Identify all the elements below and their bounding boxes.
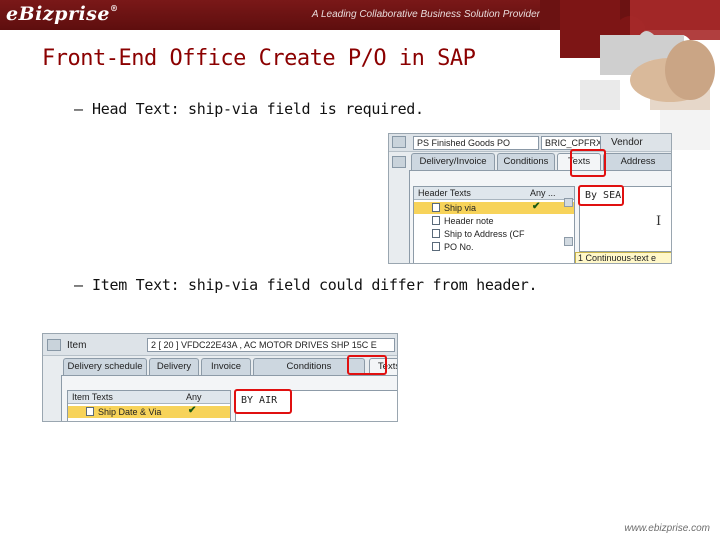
bullet-dash: – (74, 100, 83, 118)
list-item-ship-to-address[interactable]: Ship to Address (CF (414, 228, 574, 240)
texts-tab-highlight (347, 355, 387, 375)
text-doc-icon (432, 242, 440, 251)
header-text-screenshot: PS Finished Goods PO BRIC_CPFRX Vendor D… (388, 133, 672, 264)
list-header: Item Texts Any (68, 391, 230, 404)
text-doc-icon (432, 203, 440, 212)
check-icon: ✔ (188, 405, 197, 416)
list-item-header-note[interactable]: Header note (414, 215, 574, 227)
text-doc-icon (432, 229, 440, 238)
scroll-up-icon[interactable] (564, 198, 573, 207)
grid-icon[interactable] (392, 136, 406, 148)
order-type-field[interactable]: PS Finished Goods PO (413, 136, 539, 150)
tab-invoice[interactable]: Invoice (201, 358, 251, 375)
bullet-item-text: – Item Text: ship-via field could differ … (74, 276, 538, 294)
footer-url: www.ebizprise.com (624, 523, 710, 534)
item-toolbar: Item 2 [ 20 ] VFDC22E43A , AC MOTOR DRIV… (43, 334, 397, 356)
collapse-icon[interactable] (47, 339, 61, 351)
texts-tab-highlight (570, 149, 606, 177)
text-doc-icon (432, 216, 440, 225)
tab-delivery[interactable]: Delivery (149, 358, 199, 375)
puzzle-hand-image (540, 0, 720, 150)
bullet-head-text: – Head Text: ship-via field is required. (74, 100, 424, 118)
vendor-field[interactable]: BRIC_CPFRX (541, 136, 601, 150)
company-logo: eBizprise® (6, 3, 119, 25)
bullet-text: Item Text: ship-via field could differ f… (92, 276, 538, 294)
tab-address[interactable]: Address (603, 153, 671, 170)
highlight-box (578, 185, 624, 206)
bullet-dash: – (74, 276, 83, 294)
header-texts-list: Header Texts Any ... Ship via ✔ Header n… (413, 186, 575, 263)
tab-delivery-invoice[interactable]: Delivery/Invoice (411, 153, 495, 170)
bullet-text: Head Text: ship-via field is required. (92, 100, 424, 118)
item-text-screenshot: Item 2 [ 20 ] VFDC22E43A , AC MOTOR DRIV… (42, 333, 398, 422)
tab-delivery-schedule[interactable]: Delivery schedule (63, 358, 147, 375)
status-bar: 1 Continuous-text e (575, 252, 671, 263)
text-doc-icon (86, 407, 94, 416)
vendor-label: Vendor (611, 137, 643, 148)
list-header: Header Texts Any ... (414, 187, 574, 200)
tab-conditions[interactable]: Conditions (497, 153, 555, 170)
tagline: A Leading Collaborative Business Solutio… (311, 9, 540, 20)
collapse-icon[interactable] (392, 156, 406, 168)
item-label: Item (67, 340, 87, 351)
list-item-ship-date-via[interactable]: Ship Date & Via (68, 406, 230, 418)
list-item-po-no[interactable]: PO No. (414, 241, 574, 253)
item-texts-list: Item Texts Any Ship Date & Via ✔ (67, 390, 231, 421)
text-cursor-icon: I (656, 214, 662, 229)
item-select-field[interactable]: 2 [ 20 ] VFDC22E43A , AC MOTOR DRIVES SH… (147, 338, 395, 352)
toolbar: PS Finished Goods PO BRIC_CPFRX Vendor (389, 134, 671, 152)
highlight-box (234, 389, 292, 414)
list-item-ship-via[interactable]: Ship via (414, 202, 574, 214)
check-icon: ✔ (532, 201, 541, 212)
page-title: Front-End Office Create P/O in SAP (42, 46, 476, 71)
scroll-down-icon[interactable] (564, 237, 573, 246)
tab-strip: Delivery/Invoice Conditions Texts Addres… (411, 153, 671, 170)
